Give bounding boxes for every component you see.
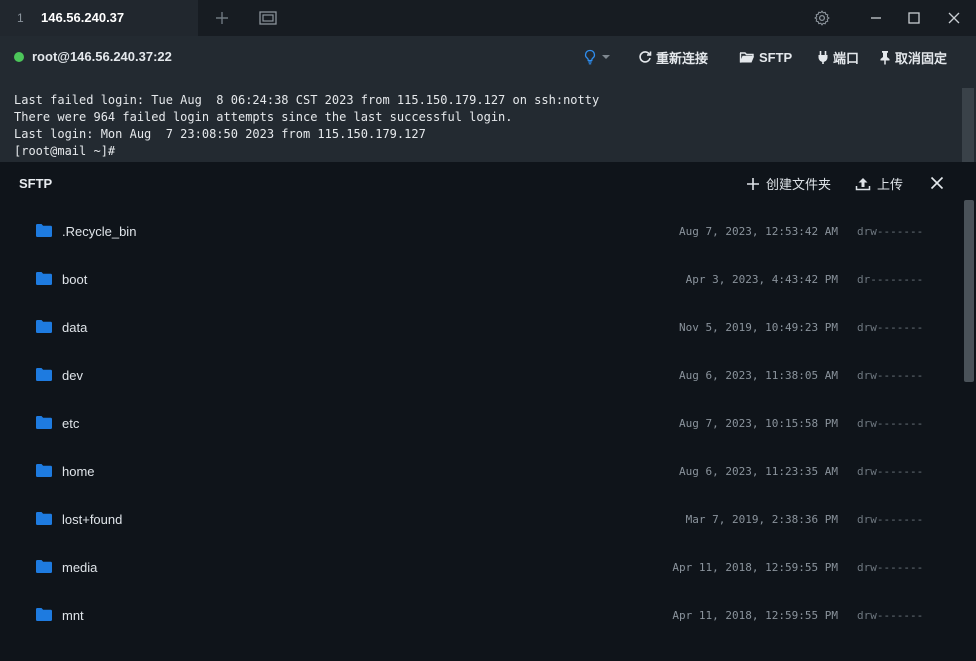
title-bar: 1 146.56.240.37 [0, 0, 976, 36]
file-modified-date: Apr 3, 2023, 4:43:42 PM [685, 273, 838, 286]
folder-open-icon [739, 51, 754, 63]
file-permissions: drw------- [857, 321, 924, 334]
sftp-panel: SFTP 创建文件夹 上传 .Recycle_bin Aug 7, 2023, 1… [0, 162, 976, 661]
file-permissions: drw------- [857, 561, 924, 574]
reconnect-button[interactable]: 重新连接 [638, 48, 708, 66]
upload-icon [855, 177, 871, 190]
file-modified-date: Aug 6, 2023, 11:38:05 AM [679, 369, 838, 382]
file-row[interactable]: mnt Apr 11, 2018, 12:59:55 PM drw------- [0, 594, 960, 642]
file-row[interactable]: dev Aug 6, 2023, 11:38:05 AM drw------- [0, 354, 960, 402]
upload-label: 上传 [877, 177, 904, 192]
maximize-icon[interactable] [904, 9, 924, 27]
file-permissions: drw------- [857, 513, 924, 526]
terminal-line: Last login: Mon Aug 7 23:08:50 2023 from… [14, 127, 426, 141]
sftp-scrollbar[interactable] [964, 200, 974, 382]
folder-icon [36, 416, 52, 429]
file-name: home [62, 464, 95, 479]
file-modified-date: Apr 11, 2018, 12:59:55 PM [672, 609, 838, 622]
port-label: 端口 [833, 50, 860, 66]
file-permissions: drw------- [857, 609, 924, 622]
file-modified-date: Aug 6, 2023, 11:23:35 AM [679, 465, 838, 478]
folder-icon [36, 608, 52, 621]
upload-button[interactable]: 上传 [855, 174, 903, 193]
terminal-prompt: [root@mail ~]# [14, 144, 116, 158]
file-row[interactable]: lost+found Mar 7, 2019, 2:38:36 PM drw----… [0, 498, 960, 546]
gear-icon[interactable] [812, 9, 832, 27]
sftp-panel-title: SFTP [19, 176, 53, 191]
session-tab[interactable]: 1 146.56.240.37 [0, 0, 198, 36]
file-permissions: dr-------- [857, 273, 924, 286]
folder-icon [36, 272, 52, 285]
file-row[interactable]: home Aug 6, 2023, 11:23:35 AM drw------- [0, 450, 960, 498]
folder-icon [36, 224, 52, 237]
tab-number: 1 [17, 11, 24, 25]
file-permissions: drw------- [857, 225, 924, 238]
file-row[interactable]: boot Apr 3, 2023, 4:43:42 PM dr-------- [0, 258, 960, 306]
file-name: lost+found [62, 512, 123, 527]
lightbulb-icon [584, 49, 596, 65]
tips-dropdown[interactable] [583, 48, 611, 66]
close-sftp-icon[interactable] [930, 176, 946, 192]
close-icon[interactable] [944, 9, 964, 27]
plus-icon [747, 177, 759, 190]
folder-icon [36, 368, 52, 381]
terminal-line: Last failed login: Tue Aug 8 06:24:38 CS… [14, 93, 600, 107]
folder-icon [36, 512, 52, 525]
plug-icon [818, 50, 828, 64]
file-name: data [62, 320, 88, 335]
file-name: .Recycle_bin [62, 224, 137, 239]
caret-down-icon [602, 55, 610, 59]
file-row[interactable]: etc Aug 7, 2023, 10:15:58 PM drw------- [0, 402, 960, 450]
file-row[interactable]: .Recycle_bin Aug 7, 2023, 12:53:42 AM drw-… [0, 210, 960, 258]
file-row[interactable]: data Nov 5, 2019, 10:49:23 PM drw------- [0, 306, 960, 354]
terminal-scrollbar[interactable] [962, 88, 974, 162]
connection-host: root@146.56.240.37:22 [32, 49, 172, 64]
file-permissions: drw------- [857, 465, 924, 478]
folder-icon [36, 464, 52, 477]
connection-status-dot [14, 52, 24, 62]
refresh-icon [639, 51, 652, 63]
file-modified-date: Aug 7, 2023, 10:15:58 PM [679, 417, 838, 430]
create-folder-button[interactable]: 创建文件夹 [746, 174, 831, 193]
file-permissions: drw------- [857, 417, 924, 430]
file-name: etc [62, 416, 80, 431]
terminal-line: There were 964 failed login attempts sin… [14, 110, 513, 124]
file-modified-date: Apr 11, 2018, 12:59:55 PM [672, 561, 838, 574]
unpin-label: 取消固定 [895, 50, 948, 66]
file-name: boot [62, 272, 88, 287]
pin-icon [880, 50, 890, 64]
folder-icon [36, 560, 52, 573]
plus-icon[interactable] [212, 9, 232, 27]
file-row[interactable]: media Apr 11, 2018, 12:59:55 PM drw------- [0, 546, 960, 594]
unpin-button[interactable]: 取消固定 [879, 48, 947, 66]
terminal-output[interactable]: Last failed login: Tue Aug 8 06:24:38 CS… [0, 78, 976, 162]
tab-title: 146.56.240.37 [41, 10, 125, 25]
port-button[interactable]: 端口 [817, 48, 859, 66]
file-name: mnt [62, 608, 84, 623]
folder-icon [36, 320, 52, 333]
reconnect-label: 重新连接 [656, 50, 709, 66]
file-modified-date: Mar 7, 2019, 2:38:36 PM [685, 513, 838, 526]
window-icon[interactable] [258, 9, 278, 27]
minimize-icon[interactable] [866, 9, 886, 27]
connection-bar: root@146.56.240.37:22 重新连接 SFTP 端口 取消固定 [0, 36, 976, 78]
file-permissions: drw------- [857, 369, 924, 382]
sftp-label: SFTP [759, 49, 793, 65]
file-modified-date: Aug 7, 2023, 12:53:42 AM [679, 225, 838, 238]
file-modified-date: Nov 5, 2019, 10:49:23 PM [679, 321, 838, 334]
file-name: dev [62, 368, 83, 383]
file-name: media [62, 560, 98, 575]
sftp-button[interactable]: SFTP [739, 48, 792, 66]
create-folder-label: 创建文件夹 [766, 177, 832, 192]
